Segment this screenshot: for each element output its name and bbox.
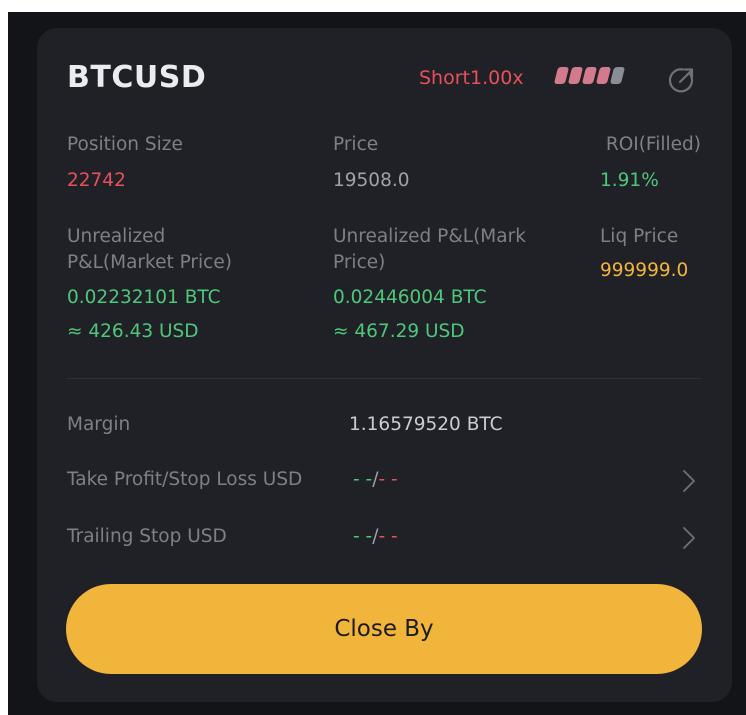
price-value: 19508.0 (333, 170, 410, 191)
unrealized-market-label-line2: P&L(Market Price) (67, 252, 232, 273)
leverage-indicator (553, 67, 626, 84)
chevron-right-icon (682, 469, 696, 493)
trailing-stop-row[interactable]: Trailing Stop USD - -/- - (67, 524, 707, 554)
section-divider (66, 378, 702, 379)
unrealized-mark-btc: 0.02446004 BTC (333, 287, 487, 308)
unrealized-mark-label-line2: Price) (333, 252, 386, 273)
position-size-value: 22742 (67, 170, 126, 191)
close-by-label: Close By (334, 616, 434, 642)
trailing-sl-value: - - (378, 526, 398, 547)
leverage-bar (553, 67, 570, 84)
unrealized-market-label-line1: Unrealized (67, 226, 166, 247)
leverage-bar (609, 67, 626, 84)
chevron-right-icon (682, 526, 696, 550)
liq-price-value: 999999.0 (600, 260, 689, 281)
leverage-bar (581, 67, 598, 84)
symbol-title: BTCUSD (67, 60, 207, 95)
tp-sl-row[interactable]: Take Profit/Stop Loss USD - -/- - (67, 467, 707, 497)
roi-label: ROI(Filled) (605, 134, 701, 155)
price-label: Price (333, 134, 379, 155)
liq-price-label: Liq Price (600, 226, 679, 247)
take-profit-value: - - (353, 469, 373, 490)
trailing-stop-value: - -/- - (353, 524, 398, 549)
leverage-bar (567, 67, 584, 84)
trailing-stop-label: Trailing Stop USD (67, 526, 227, 547)
unrealized-mark-usd: ≈ 467.29 USD (333, 321, 465, 342)
close-by-button[interactable]: Close By (66, 584, 702, 674)
side-leverage-label[interactable]: Short1.00x (419, 67, 524, 89)
unrealized-mark-label-line1: Unrealized P&L(Mark (333, 226, 526, 247)
unrealized-market-btc: 0.02232101 BTC (67, 287, 221, 308)
tp-sl-label: Take Profit/Stop Loss USD (67, 469, 303, 490)
stop-loss-value: - - (378, 469, 398, 490)
unrealized-market-usd: ≈ 426.43 USD (67, 321, 199, 342)
position-size-label: Position Size (67, 134, 183, 155)
share-arrow-icon[interactable] (666, 64, 698, 96)
margin-label: Margin (67, 414, 131, 435)
roi-value: 1.91% (600, 170, 659, 191)
margin-value: 1.16579520 BTC (349, 414, 503, 435)
tp-sl-value: - -/- - (353, 467, 398, 492)
leverage-bar (595, 67, 612, 84)
trailing-tp-value: - - (353, 526, 373, 547)
